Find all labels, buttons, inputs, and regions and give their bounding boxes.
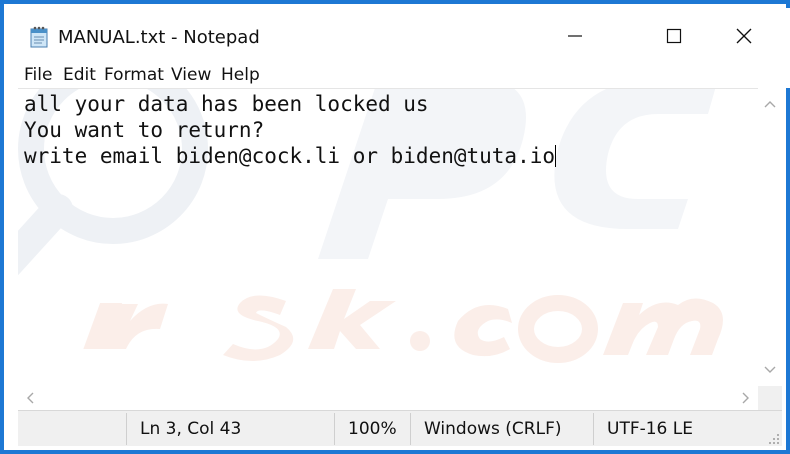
scroll-down-button[interactable] xyxy=(758,358,782,382)
menu-format[interactable]: Format xyxy=(104,65,164,85)
scroll-right-button[interactable] xyxy=(734,386,758,410)
text-encoding: UTF-16 LE xyxy=(607,419,693,439)
chevron-right-icon xyxy=(742,392,749,404)
status-divider xyxy=(593,413,594,445)
window-title: MANUAL.txt - Notepad xyxy=(58,27,260,48)
menu-view[interactable]: View xyxy=(171,65,211,85)
notepad-window: MANUAL.txt - Notepad File Edit Format Vi… xyxy=(0,0,790,454)
text-line: write email biden@cock.li or biden@tuta.… xyxy=(24,144,556,168)
scroll-left-button[interactable] xyxy=(18,386,42,410)
vertical-scrollbar[interactable] xyxy=(758,88,782,386)
close-button[interactable] xyxy=(712,12,776,60)
scrollbar-corner xyxy=(758,386,782,410)
minimize-icon xyxy=(568,35,582,37)
maximize-button[interactable] xyxy=(642,12,706,60)
minimize-button[interactable] xyxy=(543,12,607,60)
menu-bar: File Edit Format View Help xyxy=(8,60,790,88)
status-divider xyxy=(126,413,127,445)
menu-file[interactable]: File xyxy=(24,65,52,85)
scroll-up-button[interactable] xyxy=(758,92,782,116)
chevron-up-icon xyxy=(764,101,776,108)
text-line: You want to return? xyxy=(24,118,265,142)
menu-help[interactable]: Help xyxy=(221,65,260,85)
menu-edit[interactable]: Edit xyxy=(63,65,96,85)
cursor-position: Ln 3, Col 43 xyxy=(140,419,242,439)
title-bar[interactable]: MANUAL.txt - Notepad xyxy=(8,8,790,60)
close-icon xyxy=(736,28,752,44)
status-divider xyxy=(334,413,335,445)
status-bar: Ln 3, Col 43 100% Windows (CRLF) UTF-16 … xyxy=(18,410,782,446)
text-editor[interactable]: all your data has been locked us You wan… xyxy=(18,88,758,386)
maximize-icon xyxy=(666,28,682,44)
editor-text[interactable]: all your data has been locked us You wan… xyxy=(24,91,557,169)
text-line: all your data has been locked us xyxy=(24,92,429,116)
zoom-level: 100% xyxy=(348,419,397,439)
chevron-left-icon xyxy=(27,392,34,404)
resize-grip-icon[interactable] xyxy=(766,431,780,445)
notepad-icon xyxy=(30,26,50,48)
horizontal-scrollbar[interactable] xyxy=(18,386,758,410)
chevron-down-icon xyxy=(764,366,776,373)
line-ending: Windows (CRLF) xyxy=(424,419,562,439)
text-caret xyxy=(555,145,557,167)
status-divider xyxy=(410,413,411,445)
